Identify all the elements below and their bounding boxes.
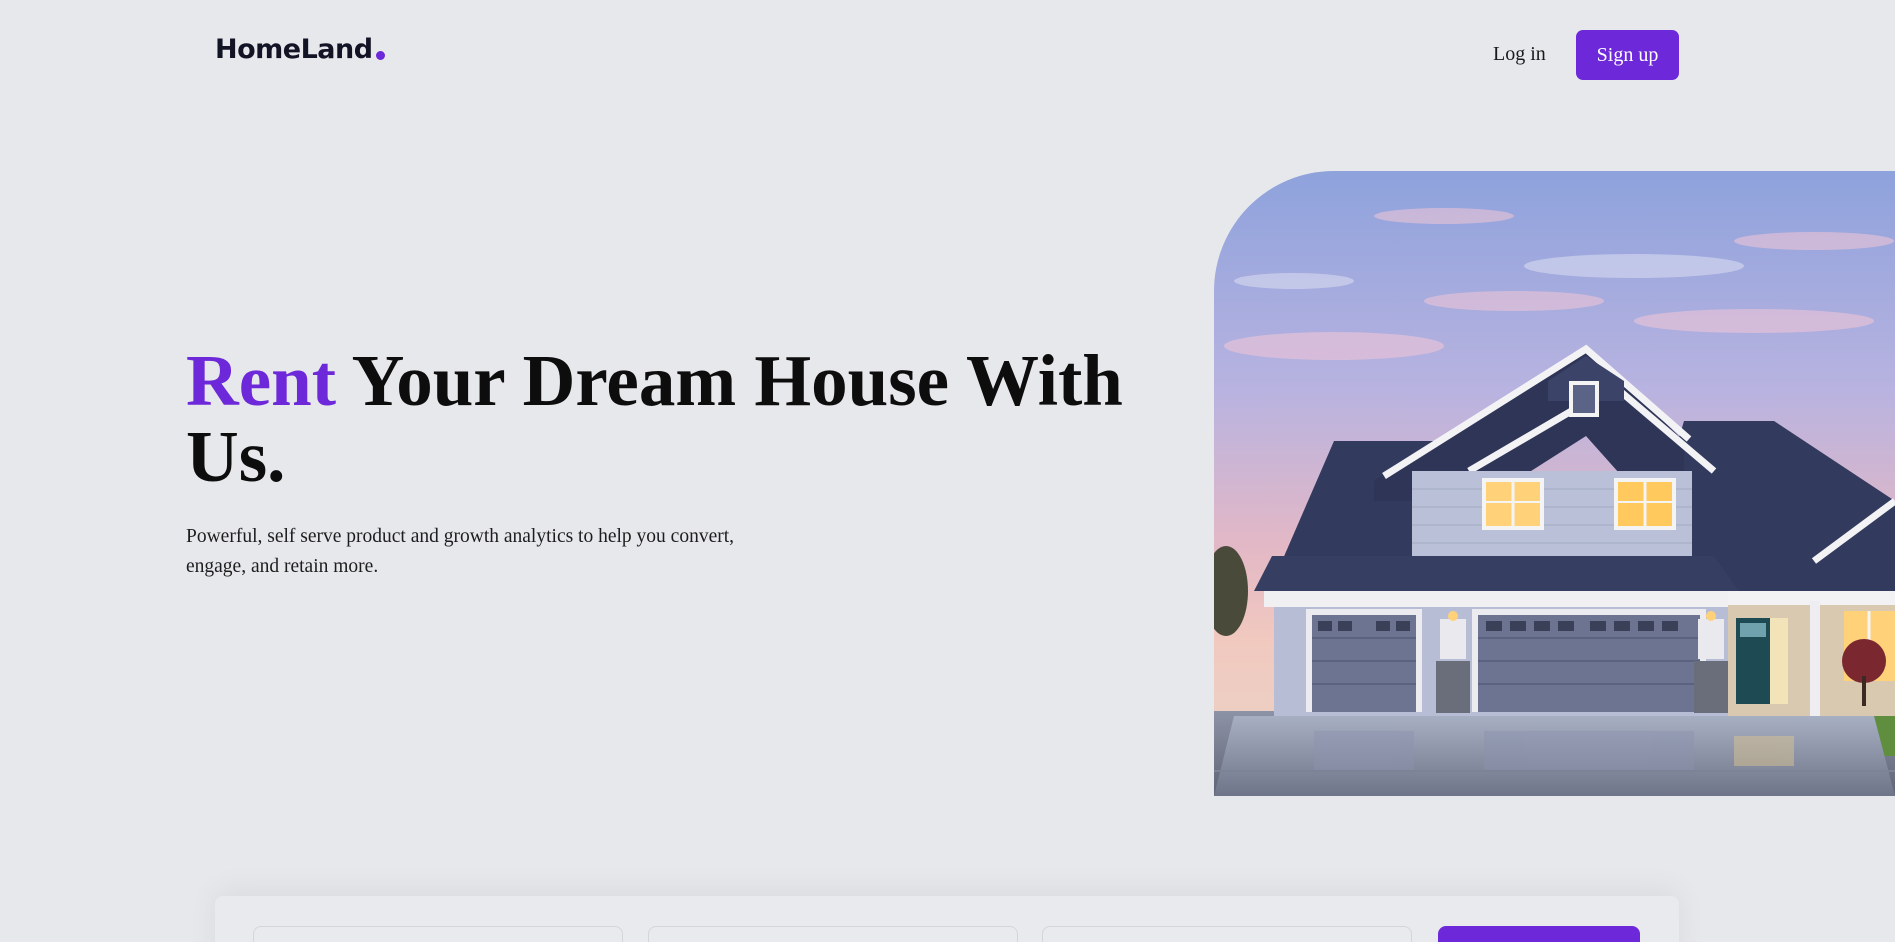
site-header: HomeLand Log in Sign up <box>0 0 1895 110</box>
search-panel <box>215 896 1679 942</box>
search-price-field[interactable] <box>1042 926 1412 942</box>
hero-title-accent: Rent <box>186 340 337 421</box>
search-location-field[interactable] <box>253 926 623 942</box>
hero-title: Rent Your Dream House With Us. <box>186 343 1186 495</box>
login-link[interactable]: Log in <box>1493 43 1546 66</box>
search-type-field[interactable] <box>648 926 1018 942</box>
hero-description: Powerful, self serve product and growth … <box>186 526 735 577</box>
search-button[interactable] <box>1438 926 1640 942</box>
signup-button[interactable]: Sign up <box>1576 30 1679 80</box>
brand-logo[interactable]: HomeLand <box>215 34 385 65</box>
logo-dot-icon <box>375 51 385 60</box>
brand-name: HomeLand <box>215 34 373 65</box>
hero-house-image <box>1214 171 1895 796</box>
